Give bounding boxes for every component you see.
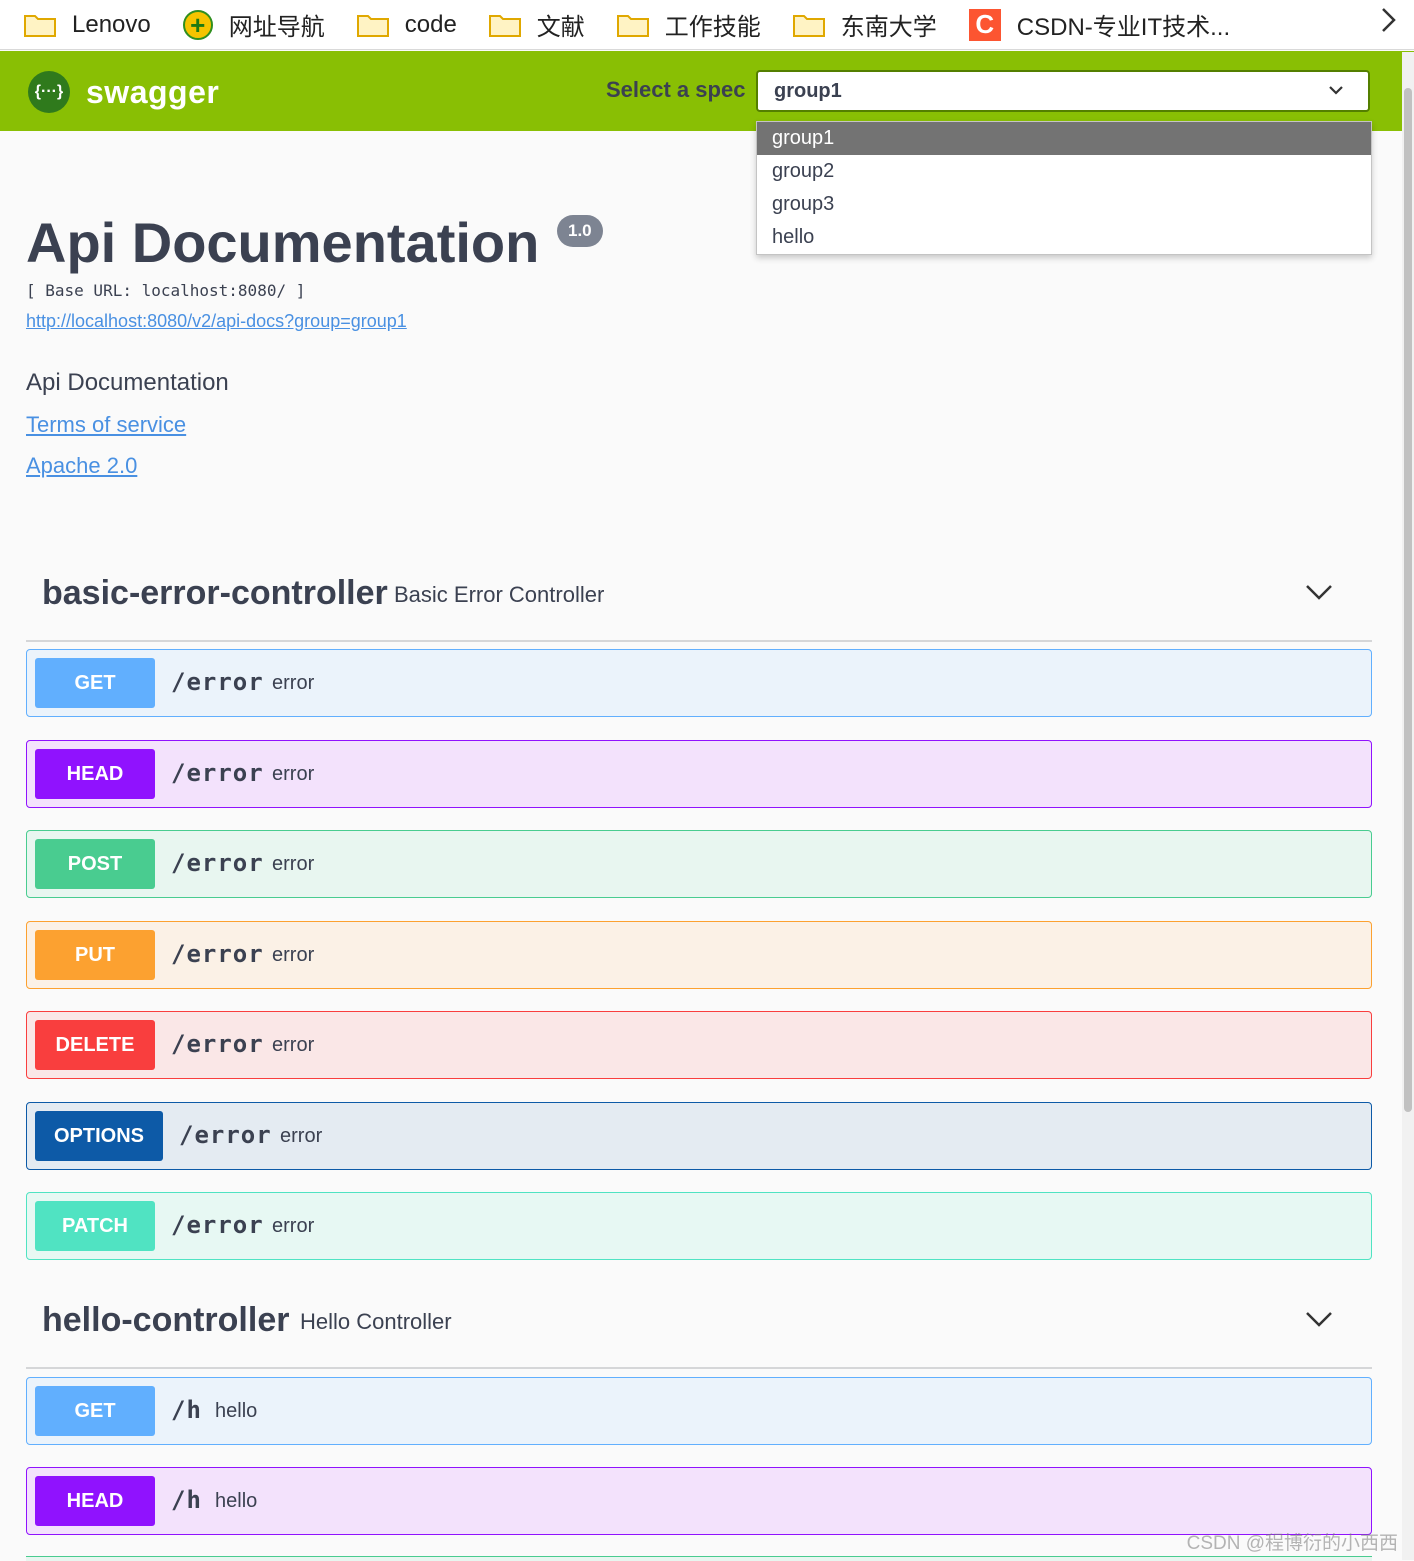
operation-head-h[interactable]: HEAD /h hello	[26, 1467, 1372, 1535]
select-spec-label: Select a spec	[606, 77, 746, 102]
operation-path: /error	[171, 759, 264, 787]
bookmark-label: 文献	[536, 14, 585, 41]
csdn-icon: C	[968, 8, 1001, 41]
operation-post-error[interactable]: POST /error error	[26, 830, 1372, 898]
api-description: Api Documentation	[26, 369, 229, 396]
bookmark-label: 网址导航	[228, 14, 325, 41]
method-badge: GET	[35, 1386, 155, 1436]
bookmark-code[interactable]: code	[356, 10, 457, 39]
terms-of-service-link[interactable]: Terms of service	[26, 412, 186, 438]
operation-summary: hello	[215, 1400, 258, 1422]
bookmark-label: 东南大学	[840, 14, 937, 41]
api-title: Api Documentation	[26, 211, 540, 274]
operation-delete-error[interactable]: DELETE /error error	[26, 1011, 1372, 1079]
method-badge: HEAD	[35, 1476, 155, 1526]
folder-icon	[356, 13, 389, 37]
chevron-right-icon[interactable]	[1380, 5, 1398, 43]
method-badge: PUT	[35, 930, 155, 980]
operation-patch-error[interactable]: PATCH /error error	[26, 1192, 1372, 1260]
folder-icon	[488, 13, 521, 37]
spec-option-group1[interactable]: group1	[757, 122, 1371, 155]
swagger-logo[interactable]: {···} swagger	[28, 71, 219, 113]
operation-get-error[interactable]: GET /error error	[26, 649, 1372, 717]
operation-next-partial[interactable]	[26, 1556, 1372, 1561]
method-badge: PATCH	[35, 1201, 155, 1251]
version-badge: 1.0	[557, 215, 603, 247]
bookmark-csdn[interactable]: C CSDN-专业IT技术...	[968, 7, 1231, 42]
folder-icon	[792, 13, 825, 37]
base-url: [ Base URL: localhost:8080/ ]	[26, 281, 306, 300]
operation-summary: error	[272, 672, 315, 694]
bookmark-label: 工作技能	[664, 14, 761, 41]
operation-path: /error	[171, 1211, 264, 1239]
plus-icon: +	[182, 9, 213, 40]
operation-get-h[interactable]: GET /h hello	[26, 1377, 1372, 1445]
license-link[interactable]: Apache 2.0	[26, 453, 137, 479]
scrollbar-thumb[interactable]	[1404, 88, 1412, 1112]
selected-spec-value: group1	[774, 79, 842, 102]
operation-summary: hello	[215, 1490, 258, 1512]
operation-options-error[interactable]: OPTIONS /error error	[26, 1102, 1372, 1170]
folder-icon	[616, 13, 649, 37]
bookmark-label: CSDN-专业IT技术...	[1016, 14, 1231, 41]
operation-path: /h	[171, 1396, 202, 1424]
watermark: CSDN @程博衍的小西西	[1186, 1533, 1398, 1554]
method-badge: HEAD	[35, 749, 155, 799]
operation-path: /error	[171, 1030, 264, 1058]
operation-head-error[interactable]: HEAD /error error	[26, 740, 1372, 808]
method-badge: POST	[35, 839, 155, 889]
swagger-topbar: {···} swagger Select a spec group1	[0, 51, 1414, 131]
operation-path: /h	[171, 1486, 202, 1514]
tag-description: Hello Controller	[300, 1309, 452, 1334]
tag-name: hello-controller	[42, 1301, 290, 1339]
tag-name: basic-error-controller	[42, 574, 388, 612]
bookmark-label: code	[404, 10, 457, 38]
bookmark-label: Lenovo	[72, 10, 151, 38]
operation-summary: error	[272, 944, 315, 966]
brand-name: swagger	[86, 73, 220, 110]
tag-header-hello-controller[interactable]: hello-controller Hello Controller	[26, 1279, 1372, 1369]
method-badge: OPTIONS	[35, 1111, 163, 1161]
method-badge: GET	[35, 658, 155, 708]
spec-dropdown-list: group1 group2 group3 hello	[756, 121, 1372, 255]
operation-summary: error	[272, 1034, 315, 1056]
spec-option-group3[interactable]: group3	[757, 188, 1371, 221]
chevron-down-icon[interactable]	[1304, 582, 1334, 607]
tag-header-basic-error-controller[interactable]: basic-error-controller Basic Error Contr…	[26, 552, 1372, 642]
folder-icon	[24, 13, 56, 37]
swagger-logo-icon: {···}	[28, 71, 70, 113]
spec-option-group2[interactable]: group2	[757, 155, 1371, 188]
bookmark-nav[interactable]: + 网址导航	[182, 7, 325, 42]
operation-summary: error	[272, 853, 315, 875]
operation-path: /error	[171, 849, 264, 877]
api-docs-link[interactable]: http://localhost:8080/v2/api-docs?group=…	[26, 311, 407, 332]
bookmark-seu[interactable]: 东南大学	[792, 7, 937, 42]
operation-summary: error	[272, 763, 315, 785]
chevron-down-icon[interactable]	[1304, 1309, 1334, 1334]
operation-path: /error	[179, 1121, 272, 1149]
operation-summary: error	[272, 1215, 315, 1237]
bookmark-lenovo[interactable]: Lenovo	[24, 11, 151, 39]
operation-put-error[interactable]: PUT /error error	[26, 921, 1372, 989]
operation-path: /error	[171, 668, 264, 696]
chevron-down-icon	[1326, 80, 1346, 106]
bookmarks-bar: Lenovo + 网址导航 code 文献 工作技能 东南大学 C CSDN-专…	[0, 0, 1414, 50]
bookmark-papers[interactable]: 文献	[488, 7, 585, 42]
method-badge: DELETE	[35, 1020, 155, 1070]
bookmark-skills[interactable]: 工作技能	[616, 7, 761, 42]
operation-path: /error	[171, 940, 264, 968]
spec-option-hello[interactable]: hello	[757, 221, 1371, 254]
operation-summary: error	[280, 1125, 323, 1147]
tag-description: Basic Error Controller	[394, 582, 605, 607]
spec-select[interactable]: group1	[756, 70, 1370, 112]
